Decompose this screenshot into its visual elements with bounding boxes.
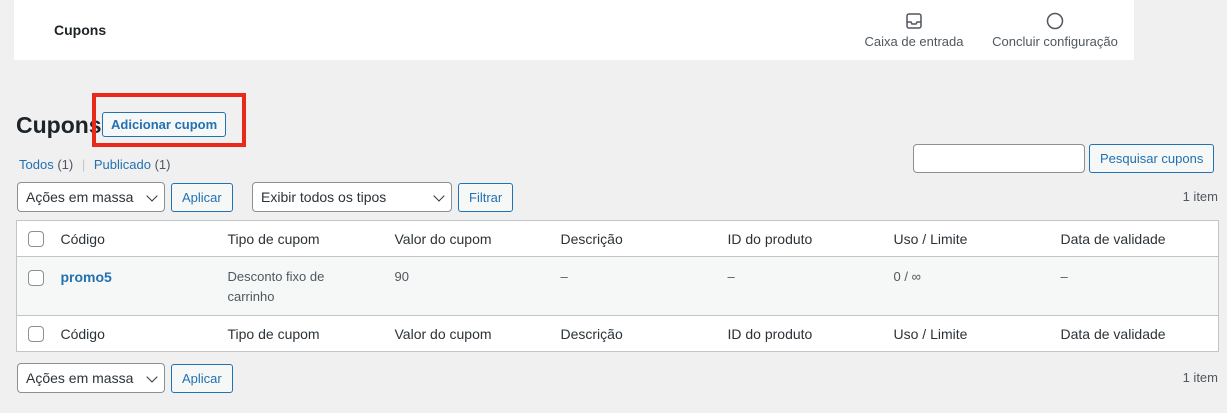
apply-button-top[interactable]: Aplicar <box>171 183 233 212</box>
coupon-code-link[interactable]: promo5 <box>61 269 112 285</box>
column-footer-expiry: Data de validade <box>1060 325 1166 342</box>
inbox-icon <box>906 13 922 29</box>
chevron-down-icon <box>146 371 158 383</box>
column-footer-usage: Uso / Limite <box>893 325 968 342</box>
column-header-value: Valor do cupom <box>394 230 492 247</box>
chevron-down-icon <box>433 190 445 202</box>
page-title: Cupons <box>16 112 102 138</box>
column-header-product-id: ID do produto <box>727 230 813 247</box>
type-cell: Desconto fixo de carrinho <box>228 257 395 316</box>
table-footer-row: Código Tipo de cupom Valor do cupom Desc… <box>16 315 1219 352</box>
bulk-actions-value-bottom: Ações em massa <box>26 370 134 386</box>
coupons-table: Código Tipo de cupom Valor do cupom Desc… <box>16 220 1219 352</box>
column-footer-code[interactable]: Código <box>61 316 228 352</box>
items-count-bottom: 1 item <box>1182 370 1218 385</box>
column-footer-description: Descrição <box>560 325 623 342</box>
filter-all-count: (1) <box>57 157 74 172</box>
expiry-cell: – <box>1060 269 1068 284</box>
chevron-down-icon <box>146 190 158 202</box>
select-all-cell-footer <box>17 316 61 352</box>
coupon-type-value: Exibir todos os tipos <box>261 189 387 205</box>
column-footer-value: Valor do cupom <box>394 325 492 342</box>
column-header-code[interactable]: Código <box>61 221 228 257</box>
column-footer-type: Tipo de cupom <box>227 325 320 342</box>
filter-published-link[interactable]: Publicado <box>94 157 151 172</box>
coupon-type-text: Desconto fixo de carrinho <box>227 269 325 304</box>
apply-button-bottom[interactable]: Aplicar <box>171 364 233 393</box>
coupon-type-select[interactable]: Exibir todos os tipos <box>252 182 452 212</box>
row-checkbox-cell <box>17 257 61 316</box>
column-header-expiry: Data de validade <box>1060 230 1166 247</box>
select-all-checkbox-footer[interactable] <box>28 326 44 343</box>
filter-all-link[interactable]: Todos <box>19 157 54 172</box>
top-bar-title: Cupons <box>54 22 107 38</box>
bulk-actions-select-top[interactable]: Ações em massa <box>17 182 165 212</box>
column-header-usage: Uso / Limite <box>893 230 968 247</box>
column-header-description: Descrição <box>560 230 623 247</box>
search-coupons-button[interactable]: Pesquisar cupons <box>1089 144 1215 173</box>
bulk-actions-value: Ações em massa <box>26 189 134 205</box>
filter-button[interactable]: Filtrar <box>458 183 514 212</box>
value-cell: 90 <box>394 269 409 284</box>
top-bar: Cupons Caixa de entrada Concluir configu… <box>14 0 1134 60</box>
inbox-label: Caixa de entrada <box>864 34 964 49</box>
filter-published-count: (1) <box>154 157 171 172</box>
finish-setup-button[interactable]: Concluir configuração <box>988 12 1122 49</box>
select-all-cell <box>17 221 61 257</box>
select-all-checkbox[interactable] <box>28 231 44 248</box>
code-cell: promo5 <box>61 257 228 316</box>
progress-circle-icon <box>1046 12 1064 30</box>
description-cell: – <box>560 269 568 284</box>
search-input[interactable] <box>913 144 1085 173</box>
table-header-row: Código Tipo de cupom Valor do cupom Desc… <box>16 221 1219 257</box>
add-coupon-button[interactable]: Adicionar cupom <box>102 112 227 137</box>
status-filter-links: Todos (1) | Publicado (1) <box>19 157 170 172</box>
column-footer-product-id: ID do produto <box>727 325 813 342</box>
row-checkbox[interactable] <box>28 269 44 286</box>
finish-setup-label: Concluir configuração <box>992 34 1118 49</box>
product-id-cell: – <box>727 269 735 284</box>
items-count-top: 1 item <box>1182 189 1218 204</box>
inbox-button[interactable]: Caixa de entrada <box>862 12 966 49</box>
table-row: promo5 Desconto fixo de carrinho 90 – – … <box>16 256 1219 316</box>
filter-separator: | <box>81 157 86 172</box>
usage-cell: 0 / ∞ <box>893 269 921 284</box>
bulk-actions-select-bottom[interactable]: Ações em massa <box>17 363 165 393</box>
column-header-type: Tipo de cupom <box>227 230 320 247</box>
